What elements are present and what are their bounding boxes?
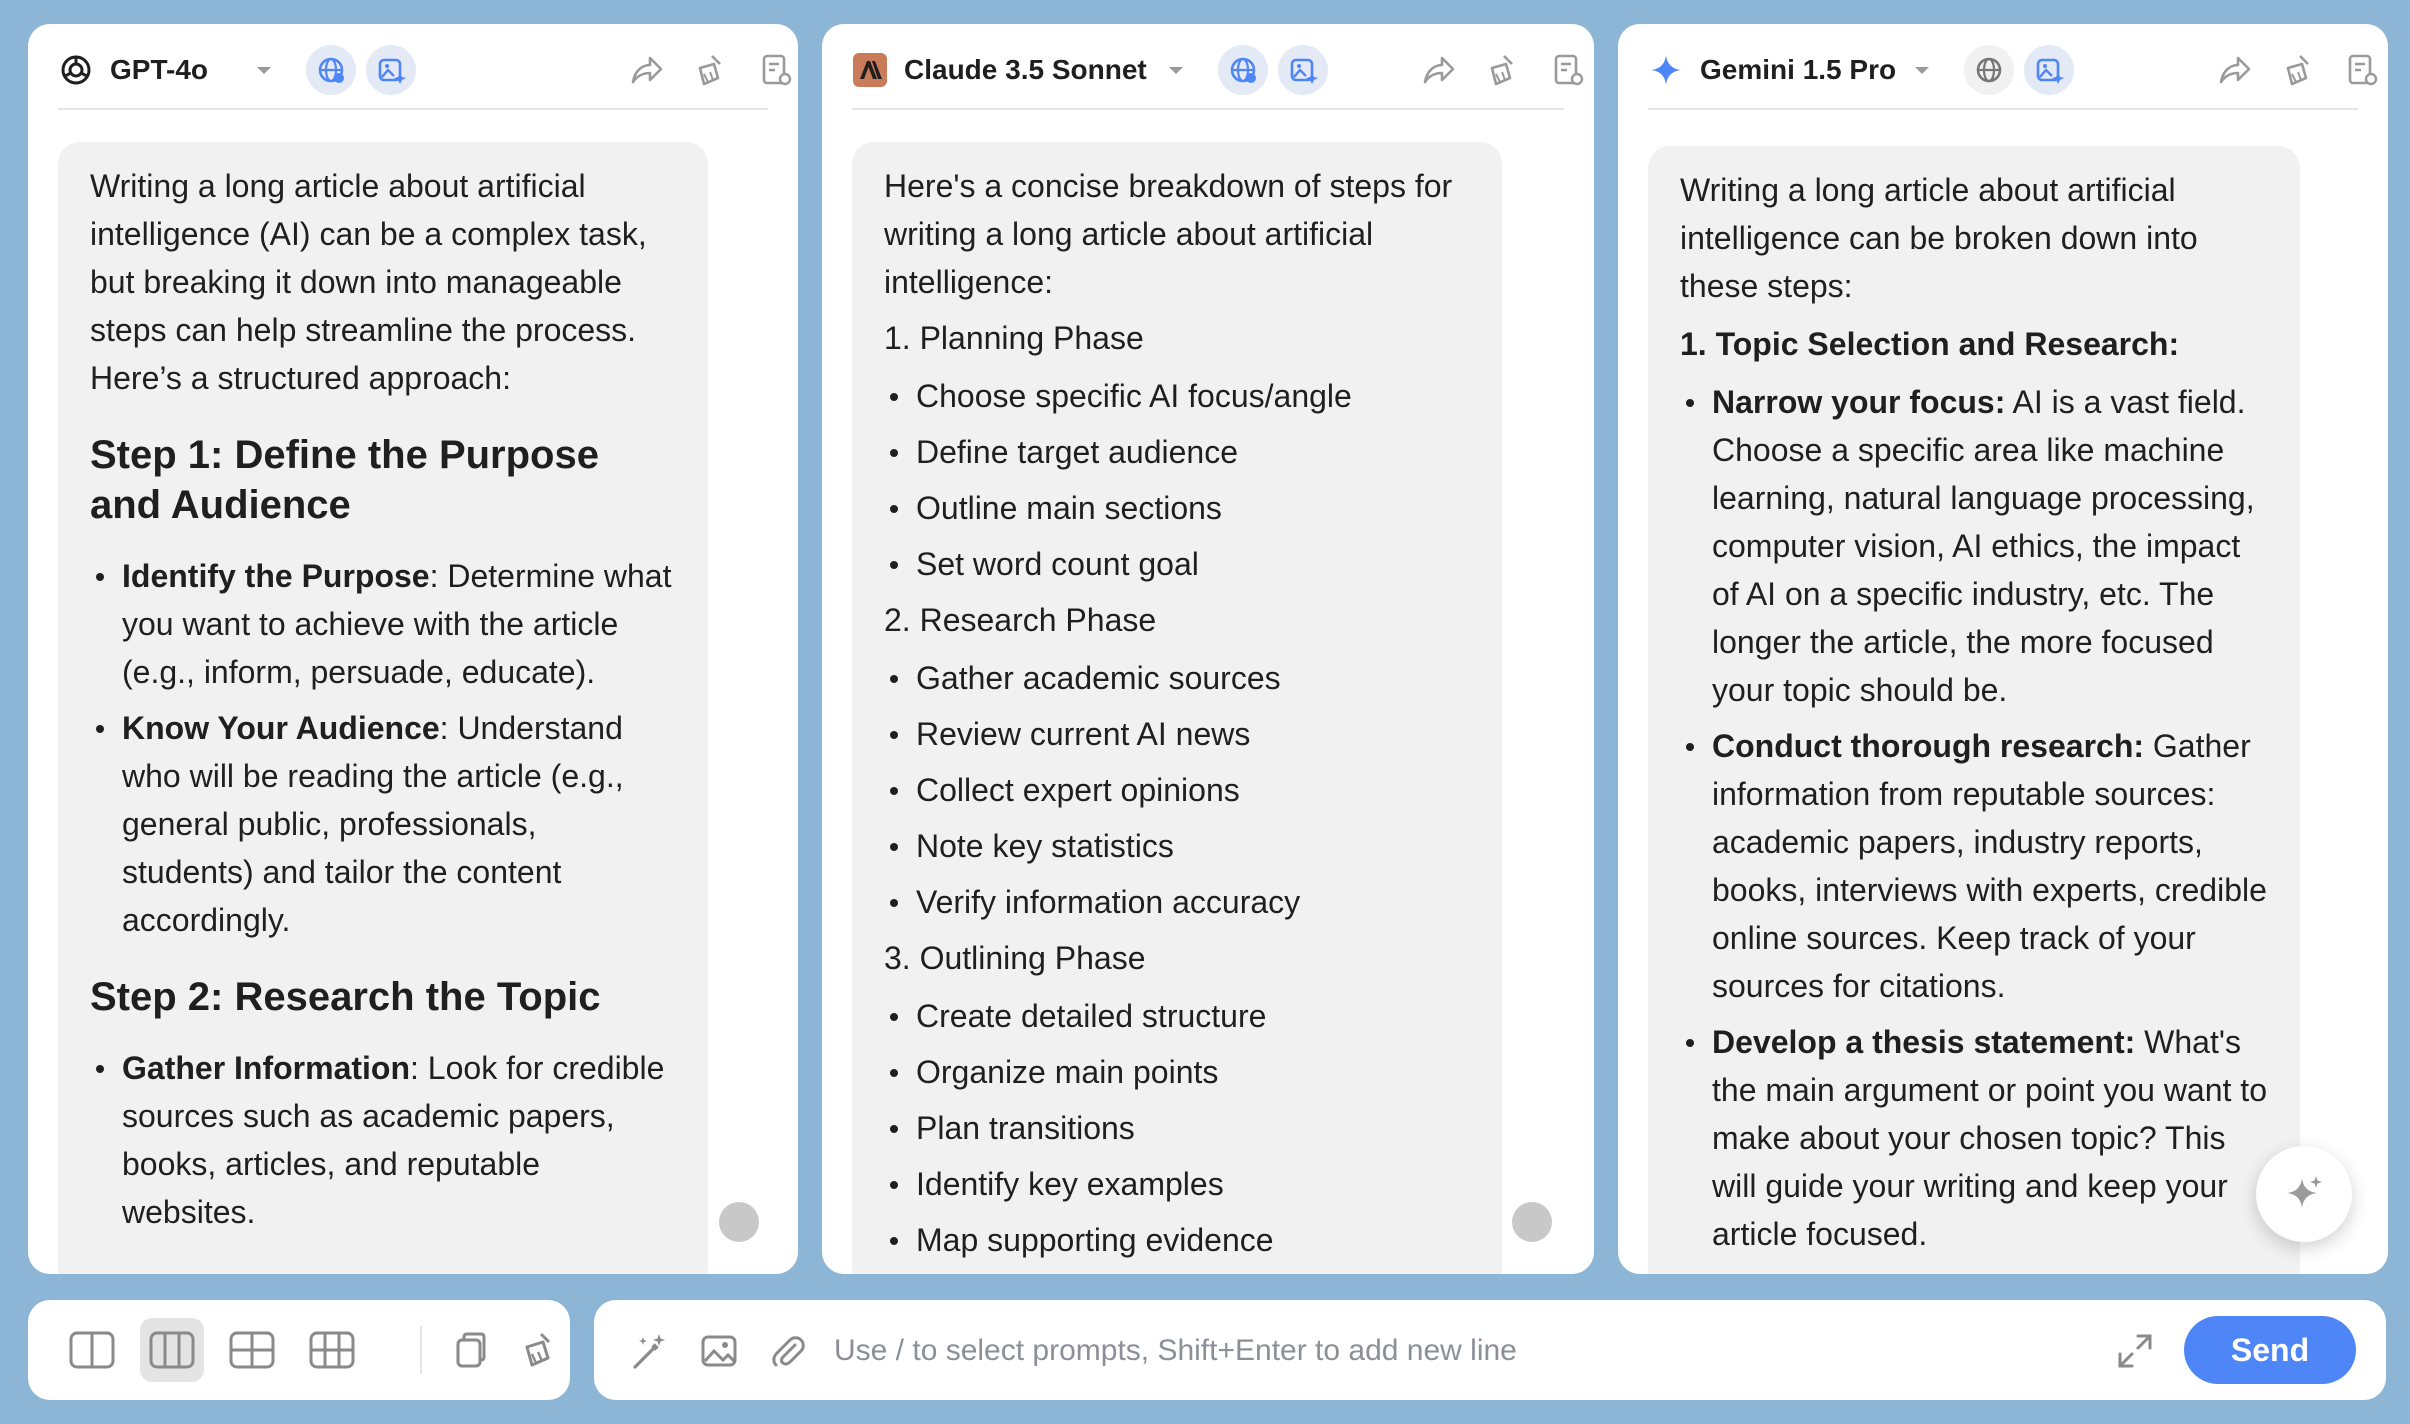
copy-icon bbox=[456, 1332, 486, 1368]
grid-2x2-icon bbox=[229, 1331, 275, 1369]
clear-all-button[interactable] bbox=[506, 1318, 570, 1382]
layout-switcher bbox=[28, 1300, 570, 1400]
list-item: Create detailed structure bbox=[884, 992, 1470, 1040]
clear-brush-icon[interactable] bbox=[1482, 50, 1522, 90]
list-item: Conduct thorough research: Gather inform… bbox=[1680, 722, 2268, 1010]
scroll-indicator[interactable] bbox=[1512, 1202, 1552, 1242]
document-settings-icon[interactable] bbox=[1548, 50, 1588, 90]
step-heading: Step 1: Define the Purpose and Audience bbox=[90, 433, 599, 527]
document-settings-icon[interactable] bbox=[756, 50, 796, 90]
divider bbox=[420, 1326, 422, 1374]
two-column-icon bbox=[69, 1331, 115, 1369]
list-item: Outline main sections bbox=[884, 484, 1470, 532]
panel-header: Claude 3.5 Sonnet bbox=[852, 24, 1584, 110]
image-upload-icon[interactable] bbox=[698, 1330, 740, 1372]
list-item: Collect expert opinions bbox=[884, 766, 1470, 814]
prompt-bar: Send bbox=[594, 1300, 2386, 1400]
expand-icon[interactable] bbox=[2114, 1330, 2156, 1372]
chat-panel-gemini: Gemini 1.5 Pro Writing a long article ab… bbox=[1618, 24, 2388, 1274]
chevron-down-icon[interactable] bbox=[1166, 60, 1186, 80]
image-spark-icon bbox=[1290, 58, 1318, 84]
assistant-message: Writing a long article about artificial … bbox=[1648, 146, 2300, 1274]
sparkle-action-button[interactable] bbox=[2256, 1146, 2352, 1242]
send-button[interactable]: Send bbox=[2184, 1316, 2356, 1384]
model-name[interactable]: GPT-4o bbox=[110, 53, 208, 87]
list-item: Map supporting evidence bbox=[884, 1216, 1470, 1264]
phase-heading: 2. Research Phase bbox=[884, 602, 1157, 638]
layout-three-column-button[interactable] bbox=[140, 1318, 204, 1382]
image-generation-toggle[interactable] bbox=[1278, 45, 1328, 95]
web-search-toggle[interactable] bbox=[1218, 45, 1268, 95]
list-item: Know Your Audience: Understand who will … bbox=[90, 704, 676, 944]
list-item: Set word count goal bbox=[884, 540, 1470, 588]
sparkle-icon bbox=[2287, 1176, 2322, 1208]
chevron-down-icon[interactable] bbox=[254, 60, 274, 80]
chat-panel-claude: Claude 3.5 Sonnet Here's a concise break… bbox=[822, 24, 1594, 1274]
panel-header: GPT-4o bbox=[58, 24, 792, 110]
list-item: Organize main points bbox=[884, 1048, 1470, 1096]
image-generation-toggle[interactable] bbox=[366, 45, 416, 95]
magic-wand-icon[interactable] bbox=[628, 1330, 670, 1372]
assistant-message: Here's a concise breakdown of steps for … bbox=[852, 142, 1502, 1274]
list-item: Gather Information: Look for credible so… bbox=[90, 1044, 676, 1236]
list-item: Gather academic sources bbox=[884, 654, 1470, 702]
list-item: Choose specific AI focus/angle bbox=[884, 372, 1470, 420]
section-heading: 1. Topic Selection and Research: bbox=[1680, 326, 2180, 362]
scroll-indicator[interactable] bbox=[719, 1202, 759, 1242]
step-heading: Step 2: Research the Topic bbox=[90, 975, 601, 1019]
list-item: Identify key examples bbox=[884, 1160, 1470, 1208]
layout-grid-2x2-button[interactable] bbox=[220, 1318, 284, 1382]
list-item: Develop a thesis statement: What's the m… bbox=[1680, 1018, 2268, 1258]
paperclip-icon[interactable] bbox=[766, 1330, 808, 1372]
assistant-message: Writing a long article about artificial … bbox=[58, 142, 708, 1274]
copy-button[interactable] bbox=[436, 1318, 500, 1382]
globe-icon bbox=[1230, 57, 1256, 83]
clear-brush-icon bbox=[525, 1332, 551, 1367]
chevron-down-icon[interactable] bbox=[1912, 60, 1932, 80]
globe-icon bbox=[1976, 57, 2002, 83]
list-item: Narrow your focus: AI is a vast field. C… bbox=[1680, 378, 2268, 714]
panel-header: Gemini 1.5 Pro bbox=[1648, 24, 2378, 110]
share-icon[interactable] bbox=[2214, 50, 2254, 90]
share-icon[interactable] bbox=[1418, 50, 1458, 90]
model-name[interactable]: Gemini 1.5 Pro bbox=[1700, 53, 1896, 87]
clear-brush-icon[interactable] bbox=[690, 50, 730, 90]
list-item: Note key statistics bbox=[884, 822, 1470, 870]
phase-heading: 3. Outlining Phase bbox=[884, 940, 1146, 976]
list-item: Verify information accuracy bbox=[884, 878, 1470, 926]
layout-two-column-button[interactable] bbox=[60, 1318, 124, 1382]
list-item: Plan transitions bbox=[884, 1104, 1470, 1152]
list-item: Define target audience bbox=[884, 428, 1470, 476]
list-item: Identify the Purpose: Determine what you… bbox=[90, 552, 676, 696]
document-settings-icon[interactable] bbox=[2342, 50, 2382, 90]
model-name[interactable]: Claude 3.5 Sonnet bbox=[904, 53, 1147, 87]
three-column-icon bbox=[149, 1331, 195, 1369]
share-icon[interactable] bbox=[626, 50, 666, 90]
openai-logo-icon bbox=[58, 52, 94, 88]
message-intro: Writing a long article about artificial … bbox=[1680, 172, 2198, 304]
grid-3x3-icon bbox=[309, 1331, 355, 1369]
web-search-toggle[interactable] bbox=[1964, 45, 2014, 95]
list-item: Review current AI news bbox=[884, 710, 1470, 758]
message-intro: Here's a concise breakdown of steps for … bbox=[884, 168, 1453, 300]
image-spark-icon bbox=[378, 58, 406, 84]
globe-icon bbox=[318, 57, 344, 83]
message-intro: Writing a long article about artificial … bbox=[90, 168, 647, 396]
collapse-toggle[interactable] bbox=[384, 1270, 496, 1274]
gemini-sparkle-icon bbox=[1648, 52, 1684, 88]
anthropic-logo-icon bbox=[852, 52, 888, 88]
web-search-toggle[interactable] bbox=[306, 45, 356, 95]
image-spark-icon bbox=[2036, 58, 2064, 84]
image-generation-toggle[interactable] bbox=[2024, 45, 2074, 95]
layout-grid-3x3-button[interactable] bbox=[300, 1318, 364, 1382]
phase-heading: 1. Planning Phase bbox=[884, 320, 1144, 356]
clear-brush-icon[interactable] bbox=[2278, 50, 2318, 90]
prompt-input[interactable] bbox=[834, 1326, 1894, 1376]
chat-panel-gpt4o: GPT-4o Writing a long article about arti… bbox=[28, 24, 798, 1274]
